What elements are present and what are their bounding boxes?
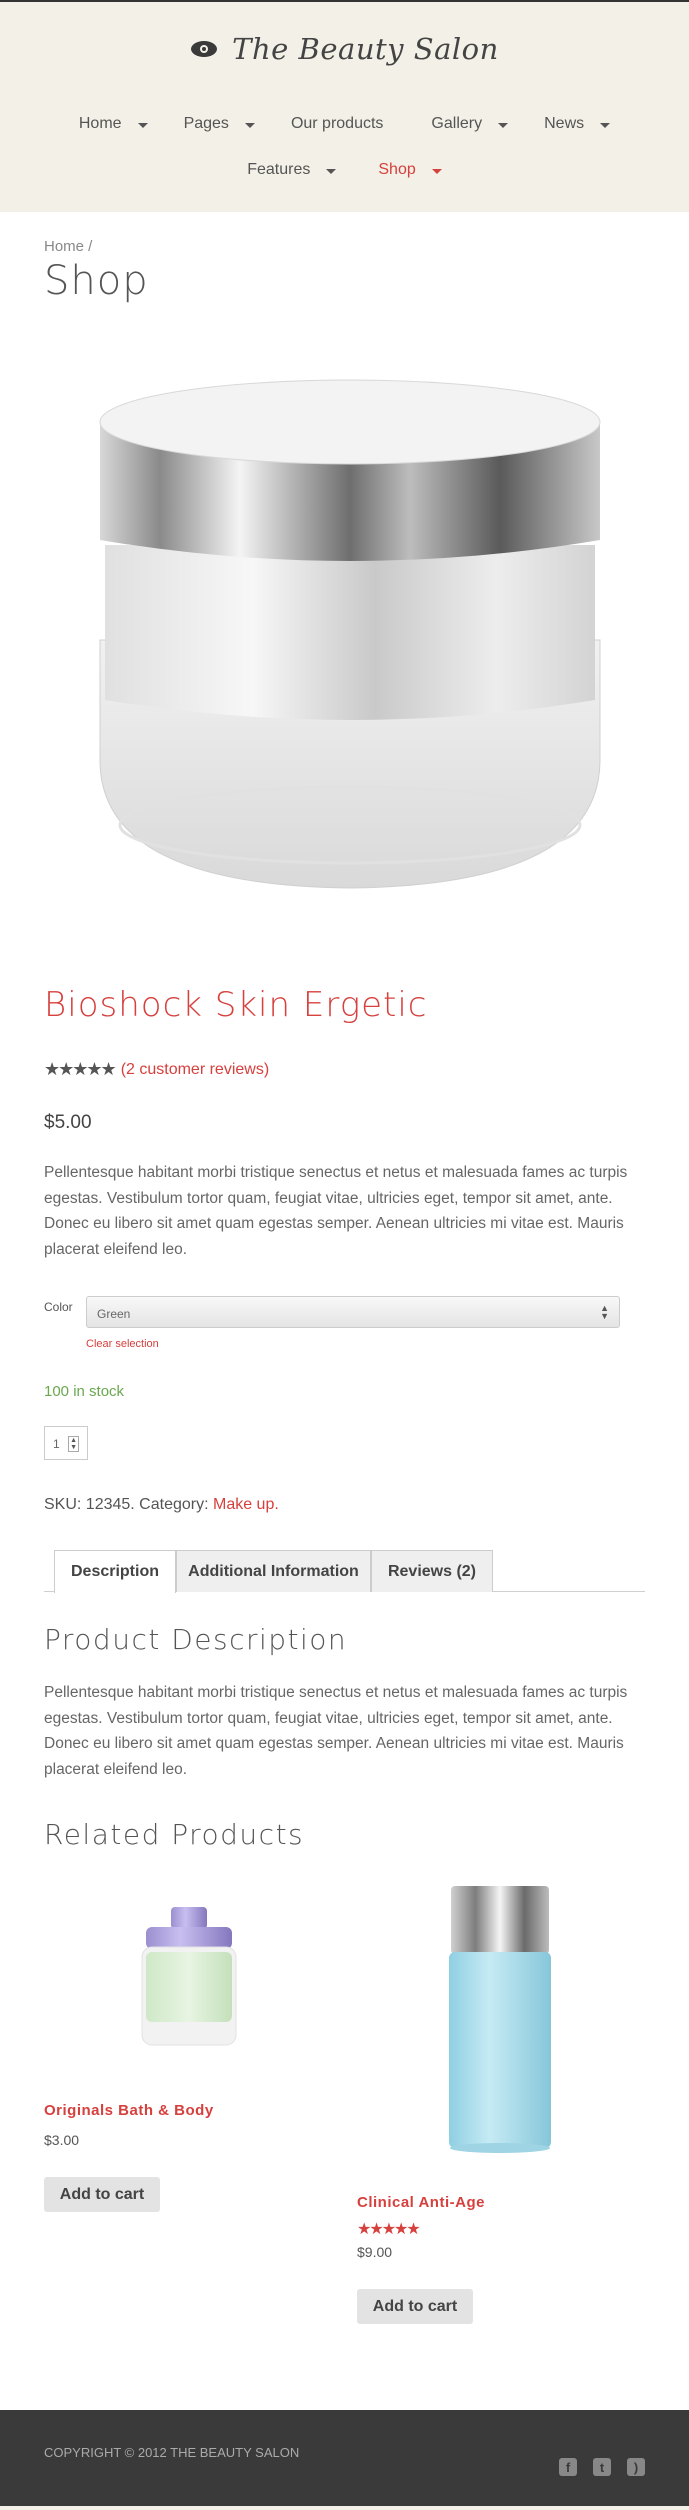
tab-additional-information[interactable]: Additional Information [176,1550,371,1592]
breadcrumb[interactable]: Home / [44,238,92,255]
product-description-text: Pellentesque habitant morbi tristique se… [44,1684,628,1778]
product-image[interactable] [80,370,620,900]
tab-reviews[interactable]: Reviews (2) [371,1550,493,1592]
nav-features[interactable]: Features [247,161,337,179]
sku-text: SKU: 12345. Category: [44,1496,213,1513]
select-arrows-icon: ▲ ▼ [600,1303,609,1321]
add-to-cart-button-2[interactable]: Add to cart [357,2289,473,2324]
related-product-image-1[interactable] [134,1902,244,2052]
stock-status: 100 in stock [44,1383,125,1400]
related-product-rating-2: ★★★★★ [357,2221,421,2238]
eye-icon [191,41,218,57]
related-product-price-1: $3.00 [44,2132,80,2148]
main-nav-row-1: Home Pages Our products Gallery News [0,115,689,133]
chevron-down-icon [600,122,611,128]
nav-our-products[interactable]: Our products [291,115,383,133]
logo-text: The Beauty Salon [232,32,499,66]
copyright-text: COPYRIGHT © 2012 THE BEAUTY SALON [44,2445,300,2460]
chevron-down-icon [244,122,255,128]
related-product-image-2[interactable] [445,1886,555,2156]
product-tabs: Description Additional Information Revie… [44,1550,645,1593]
related-product-price-2: $9.00 [357,2244,393,2260]
social-links: f t ) [559,2458,645,2476]
site-header: The Beauty Salon Home Pages Our products… [0,2,689,212]
page-title: Shop [44,258,149,304]
reviews-link[interactable]: (2 customer reviews) [121,1061,269,1079]
tab-description[interactable]: Description [54,1550,176,1593]
rss-icon[interactable]: ) [627,2458,645,2476]
facebook-icon[interactable]: f [559,2458,577,2476]
chevron-down-icon [498,122,509,128]
site-footer: COPYRIGHT © 2012 THE BEAUTY SALON f t ) [0,2410,689,2510]
color-select-value: Green [97,1307,131,1321]
nav-shop[interactable]: Shop [378,161,442,179]
main-nav-row-2: Features Shop [0,161,689,179]
nav-pages[interactable]: Pages [184,115,255,133]
product-description-title: Product Description [44,1623,348,1656]
related-product-name-1[interactable]: Originals Bath & Body [44,2102,214,2119]
star-rating-icon: ★★★★★ [44,1059,117,1079]
spinner-icon[interactable]: ▲ ▼ [68,1436,79,1452]
clear-selection-link[interactable]: Clear selection [86,1338,159,1350]
nav-news[interactable]: News [544,115,611,133]
color-label: Color [44,1300,73,1314]
chevron-down-icon [431,168,442,174]
product-short-description: Pellentesque habitant morbi tristique se… [44,1164,628,1258]
footer-bottom-strip [0,2506,689,2510]
chevron-down-icon [137,122,148,128]
nav-home[interactable]: Home [79,115,148,133]
chevron-down-icon [326,168,337,174]
quantity-stepper[interactable]: 1 ▲ ▼ [44,1426,88,1460]
logo[interactable]: The Beauty Salon [0,32,689,66]
twitter-icon[interactable]: t [593,2458,611,2476]
product-rating: ★★★★★ (2 customer reviews) [44,1059,269,1080]
product-meta: SKU: 12345. Category: Make up. [44,1496,279,1514]
product-price: $5.00 [44,1112,92,1133]
nav-gallery[interactable]: Gallery [431,115,509,133]
category-link[interactable]: Make up. [213,1496,279,1513]
add-to-cart-button-1[interactable]: Add to cart [44,2177,160,2212]
related-products-title: Related Products [44,1818,305,1851]
color-select[interactable]: Green ▲ ▼ [86,1296,620,1328]
product-name: Bioshock Skin Ergetic [44,985,428,1025]
quantity-value: 1 [53,1437,60,1451]
related-product-name-2[interactable]: Clinical Anti-Age [357,2194,485,2211]
